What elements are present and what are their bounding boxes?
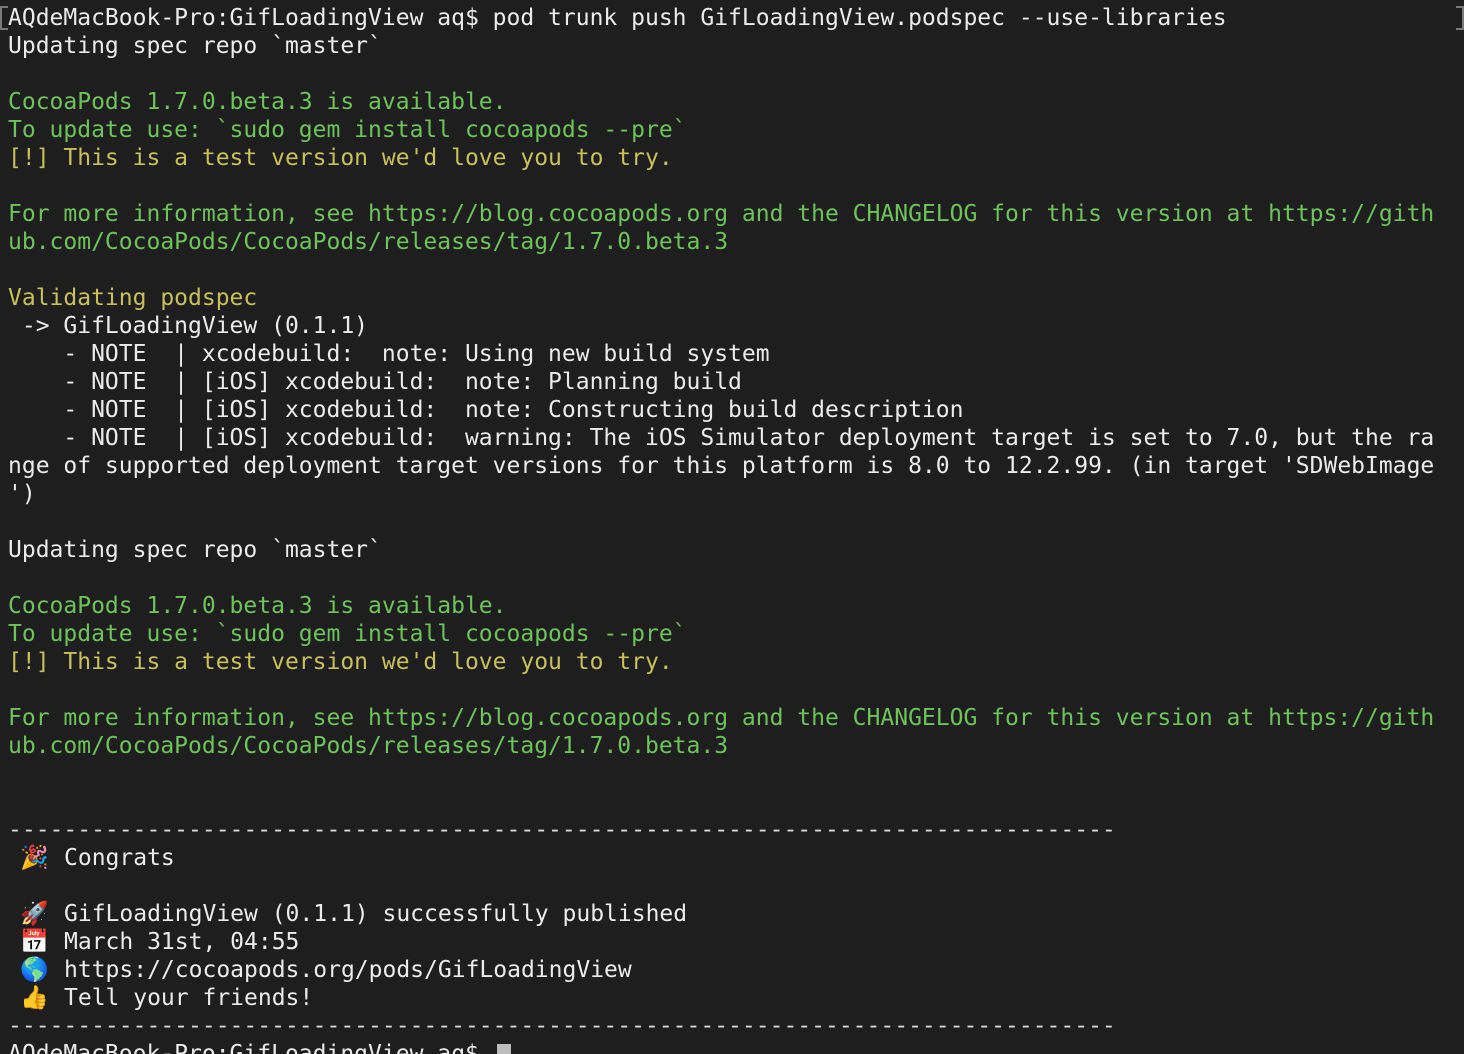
terminal-line: -> GifLoadingView (0.1.1) — [8, 313, 369, 339]
terminal-line: Updating spec repo `master` — [8, 537, 382, 563]
party-popper-icon: 🎉 — [20, 845, 49, 871]
terminal-line: [!] This is a test version we'd love you… — [8, 649, 673, 675]
calendar-icon: 📅 — [20, 929, 49, 955]
mark-bracket-right — [1456, 6, 1464, 30]
published-message-row: 🚀 GifLoadingView (0.1.1) successfully pub… — [8, 900, 1456, 928]
terminal-line: - NOTE | xcodebuild: note: Using new bui… — [8, 341, 770, 367]
separator-line: ----------------------------------------… — [8, 817, 1116, 843]
prompt-line[interactable]: AQdeMacBook-Pro:GifLoadingView aq$ — [8, 1040, 1456, 1054]
published-message: GifLoadingView (0.1.1) successfully publ… — [64, 901, 688, 927]
rocket-icon: 🚀 — [20, 901, 49, 927]
terminal-line: To update use: `sudo gem install cocoapo… — [8, 117, 687, 143]
publish-date: March 31st, 04:55 — [64, 929, 300, 955]
terminal-line: For more information, see https://blog.c… — [8, 705, 1435, 731]
congrats-title-row: 🎉 Congrats — [8, 844, 1456, 872]
terminal-line: Updating spec repo `master` — [8, 33, 382, 59]
terminal-line: To update use: `sudo gem install cocoapo… — [8, 621, 687, 647]
tell-friends: Tell your friends! — [64, 985, 314, 1011]
terminal-output: AQdeMacBook-Pro:GifLoadingView aq$ pod t… — [8, 4, 1456, 1054]
terminal-line: Validating podspec — [8, 285, 258, 311]
terminal-line: - NOTE | [iOS] xcodebuild: note: Constru… — [8, 397, 964, 423]
terminal-line: ub.com/CocoaPods/CocoaPods/releases/tag/… — [8, 733, 729, 759]
pod-url: https://cocoapods.org/pods/GifLoadingVie… — [64, 957, 632, 983]
terminal-line: For more information, see https://blog.c… — [8, 201, 1435, 227]
pod-url-row: 🌎 https://cocoapods.org/pods/GifLoadingVi… — [8, 956, 1456, 984]
shell-prompt: AQdeMacBook-Pro:GifLoadingView aq$ — [8, 1041, 493, 1054]
terminal-line: - NOTE | [iOS] xcodebuild: note: Plannin… — [8, 369, 742, 395]
terminal-window[interactable]: AQdeMacBook-Pro:GifLoadingView aq$ pod t… — [0, 0, 1464, 1054]
terminal-line: AQdeMacBook-Pro:GifLoadingView aq$ pod t… — [8, 5, 1227, 31]
terminal-line: CocoaPods 1.7.0.beta.3 is available. — [8, 89, 507, 115]
mark-bracket-left — [0, 6, 8, 30]
terminal-line: ub.com/CocoaPods/CocoaPods/releases/tag/… — [8, 229, 729, 255]
terminal-line: - NOTE | [iOS] xcodebuild: warning: The … — [8, 425, 1435, 451]
terminal-line: [!] This is a test version we'd love you… — [8, 145, 673, 171]
tell-friends-row: 👍 Tell your friends! — [8, 984, 1456, 1012]
congrats-title: Congrats — [64, 845, 175, 871]
separator-line: ----------------------------------------… — [8, 1013, 1116, 1039]
publish-date-row: 📅 March 31st, 04:55 — [8, 928, 1456, 956]
terminal-line: CocoaPods 1.7.0.beta.3 is available. — [8, 593, 507, 619]
text-cursor — [496, 1043, 511, 1054]
globe-icon: 🌎 — [20, 957, 49, 983]
terminal-line: ') — [8, 481, 36, 507]
thumbs-up-icon: 👍 — [20, 985, 49, 1011]
terminal-line: nge of supported deployment target versi… — [8, 453, 1435, 479]
